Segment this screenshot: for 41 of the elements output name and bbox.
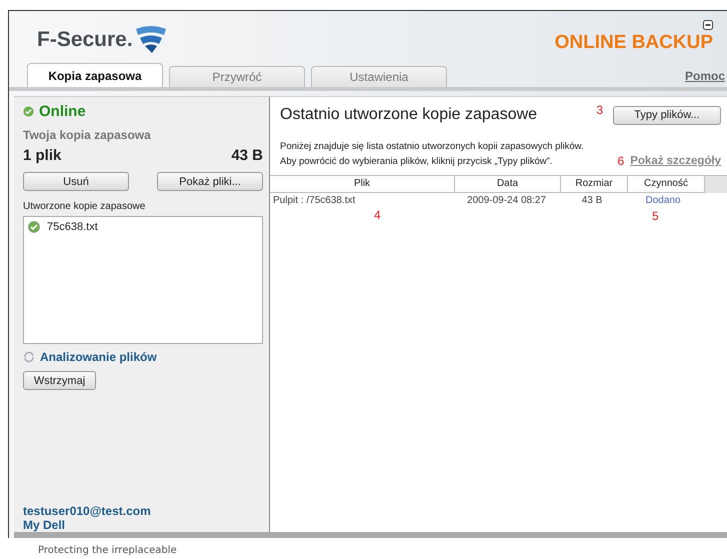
tab[interactable]: Ustawienia bbox=[311, 66, 447, 87]
column-header[interactable]: Rozmiar bbox=[561, 176, 628, 193]
table-cell-text: Pulpit : /75c638.txt bbox=[272, 194, 356, 208]
logo-text: F-Secure. bbox=[37, 28, 133, 52]
backup-size: 43 B bbox=[231, 147, 263, 164]
table-cell-text: 2009-09-24 08:27 bbox=[466, 194, 547, 208]
table-cell-text: Dodano bbox=[644, 194, 682, 208]
annotation-number: 6 bbox=[618, 154, 624, 169]
annotation-number: 4 bbox=[374, 208, 381, 222]
list-label: Utworzone kopie zapasowe bbox=[23, 201, 146, 212]
status-text: Online bbox=[39, 103, 86, 120]
column-header[interactable]: Plik bbox=[270, 176, 455, 193]
footer-tagline: Protecting the irreplaceable bbox=[38, 545, 177, 556]
description-text: Poniżej znajduje się lista ostatnio utworzonych kopii zapasowych plików. bbox=[280, 140, 585, 154]
description-text: Aby powrócić do wybierania plików, kliknij przycisk „Typy plików”. bbox=[280, 155, 554, 169]
activity-text: Analizowanie plików bbox=[40, 350, 157, 364]
details-link[interactable]: Pokaż szczegóły bbox=[630, 154, 721, 169]
column-header[interactable]: Data bbox=[455, 176, 561, 193]
tab[interactable]: Kopia zapasowa bbox=[27, 63, 163, 87]
action-button[interactable]: Pokaż pliki... bbox=[157, 172, 263, 191]
account-email: testuser010@test.com bbox=[23, 504, 152, 518]
column-header[interactable]: Czynność bbox=[628, 176, 705, 193]
table-cell-text: 43 B bbox=[580, 194, 604, 208]
check-icon bbox=[28, 221, 40, 233]
action-button[interactable]: Usuń bbox=[23, 172, 129, 191]
refresh-icon bbox=[23, 351, 35, 363]
list-item[interactable]: 75c638.txt bbox=[47, 221, 98, 233]
logo-swoosh-icon bbox=[134, 25, 168, 55]
file-count: 1 plik bbox=[23, 147, 62, 164]
minimize-icon[interactable] bbox=[703, 20, 713, 30]
pause-button[interactable]: Wstrzymaj bbox=[23, 371, 96, 390]
annotation-number: 5 bbox=[652, 209, 659, 223]
help-link[interactable]: Pomoc bbox=[684, 69, 725, 83]
backup-title: Twoja kopia zapasowa bbox=[23, 128, 152, 142]
section-title: Ostatnio utworzone kopie zapasowe bbox=[280, 106, 538, 124]
tab[interactable]: Przywróć bbox=[169, 66, 305, 87]
file-types-button[interactable]: Typy plików... bbox=[613, 106, 721, 124]
check-icon bbox=[23, 106, 34, 117]
product-title: ONLINE BACKUP bbox=[554, 32, 713, 54]
annotation-number: 3 bbox=[596, 103, 603, 117]
device-name: My Dell bbox=[23, 518, 66, 532]
